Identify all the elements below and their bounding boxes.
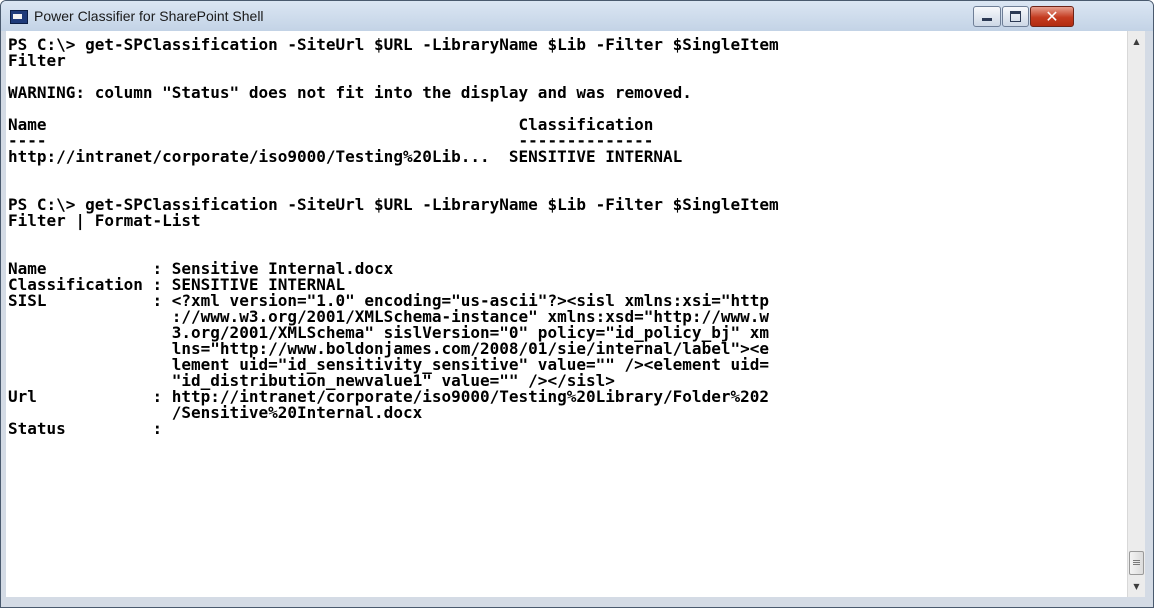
window-title: Power Classifier for SharePoint Shell <box>34 8 264 24</box>
console-line: Filter <box>8 51 66 70</box>
powershell-app-icon[interactable] <box>10 10 28 24</box>
grip-line <box>1133 562 1140 563</box>
scrollbar-thumb[interactable] <box>1129 551 1144 575</box>
console-line: PS C:\> get-SPClassification -SiteUrl $U… <box>8 35 779 54</box>
grip-line <box>1133 564 1140 565</box>
console-line: http://intranet/corporate/iso9000/Testin… <box>8 147 683 166</box>
close-icon: ✕ <box>1045 7 1059 26</box>
scroll-up-arrow-icon[interactable]: ▲ <box>1128 33 1145 50</box>
minimize-icon <box>982 18 992 21</box>
maximize-button[interactable] <box>1002 6 1029 27</box>
close-button[interactable]: ✕ <box>1030 6 1074 27</box>
console-output[interactable]: PS C:\> get-SPClassification -SiteUrl $U… <box>6 31 1127 597</box>
minimize-button[interactable] <box>973 6 1001 27</box>
console-line: WARNING: column "Status" does not fit in… <box>8 83 692 102</box>
maximize-icon <box>1010 11 1021 22</box>
vertical-scrollbar[interactable]: ▲ ▼ <box>1127 31 1145 597</box>
title-bar[interactable]: Power Classifier for SharePoint Shell ✕ <box>1 1 1153 31</box>
console-line: Status : <box>8 419 163 438</box>
console-line: Filter | Format-List <box>8 211 201 230</box>
shell-window: Power Classifier for SharePoint Shell ✕ … <box>0 0 1154 608</box>
grip-line <box>1133 560 1140 561</box>
scroll-down-arrow-icon[interactable]: ▼ <box>1128 578 1145 595</box>
